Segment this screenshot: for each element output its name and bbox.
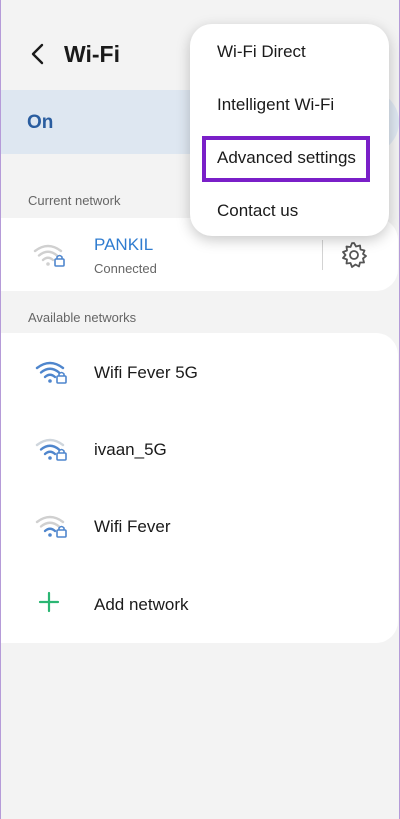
- available-networks-label: Available networks: [28, 310, 137, 325]
- available-networks-card: Wifi Fever 5G ivaan_5G Wifi Fever Add ne…: [1, 333, 398, 643]
- back-button[interactable]: [23, 38, 51, 70]
- page-title: Wi-Fi: [64, 41, 120, 67]
- network-name: Wifi Fever: [94, 517, 171, 536]
- current-network-name: PANKIL: [94, 235, 154, 254]
- add-network-button[interactable]: Add network: [1, 565, 398, 642]
- add-network-label: Add network: [94, 595, 189, 614]
- menu-item-intelligent-wifi[interactable]: Intelligent Wi-Fi: [217, 95, 334, 115]
- current-network-label: Current network: [28, 193, 121, 208]
- gear-icon[interactable]: [340, 241, 368, 269]
- list-item[interactable]: Wifi Fever: [1, 487, 398, 564]
- list-item[interactable]: ivaan_5G: [1, 410, 398, 487]
- list-item[interactable]: Wifi Fever 5G: [1, 333, 398, 410]
- divider: [322, 240, 323, 270]
- overflow-menu: Wi-Fi Direct Intelligent Wi-Fi Advanced …: [190, 24, 389, 236]
- menu-item-wifi-direct[interactable]: Wi-Fi Direct: [217, 42, 306, 62]
- wifi-lock-icon: [35, 361, 67, 384]
- wifi-lock-icon: [33, 244, 65, 267]
- wifi-lock-icon: [35, 438, 67, 461]
- current-network-status: Connected: [94, 261, 157, 276]
- network-name: Wifi Fever 5G: [94, 363, 198, 382]
- network-name: ivaan_5G: [94, 440, 167, 459]
- menu-item-contact-us[interactable]: Contact us: [217, 201, 298, 221]
- highlight-box: [202, 136, 370, 182]
- chevron-left-icon: [31, 43, 44, 65]
- wifi-lock-icon: [35, 515, 67, 538]
- plus-icon: [38, 591, 60, 613]
- toggle-label: On: [27, 112, 54, 133]
